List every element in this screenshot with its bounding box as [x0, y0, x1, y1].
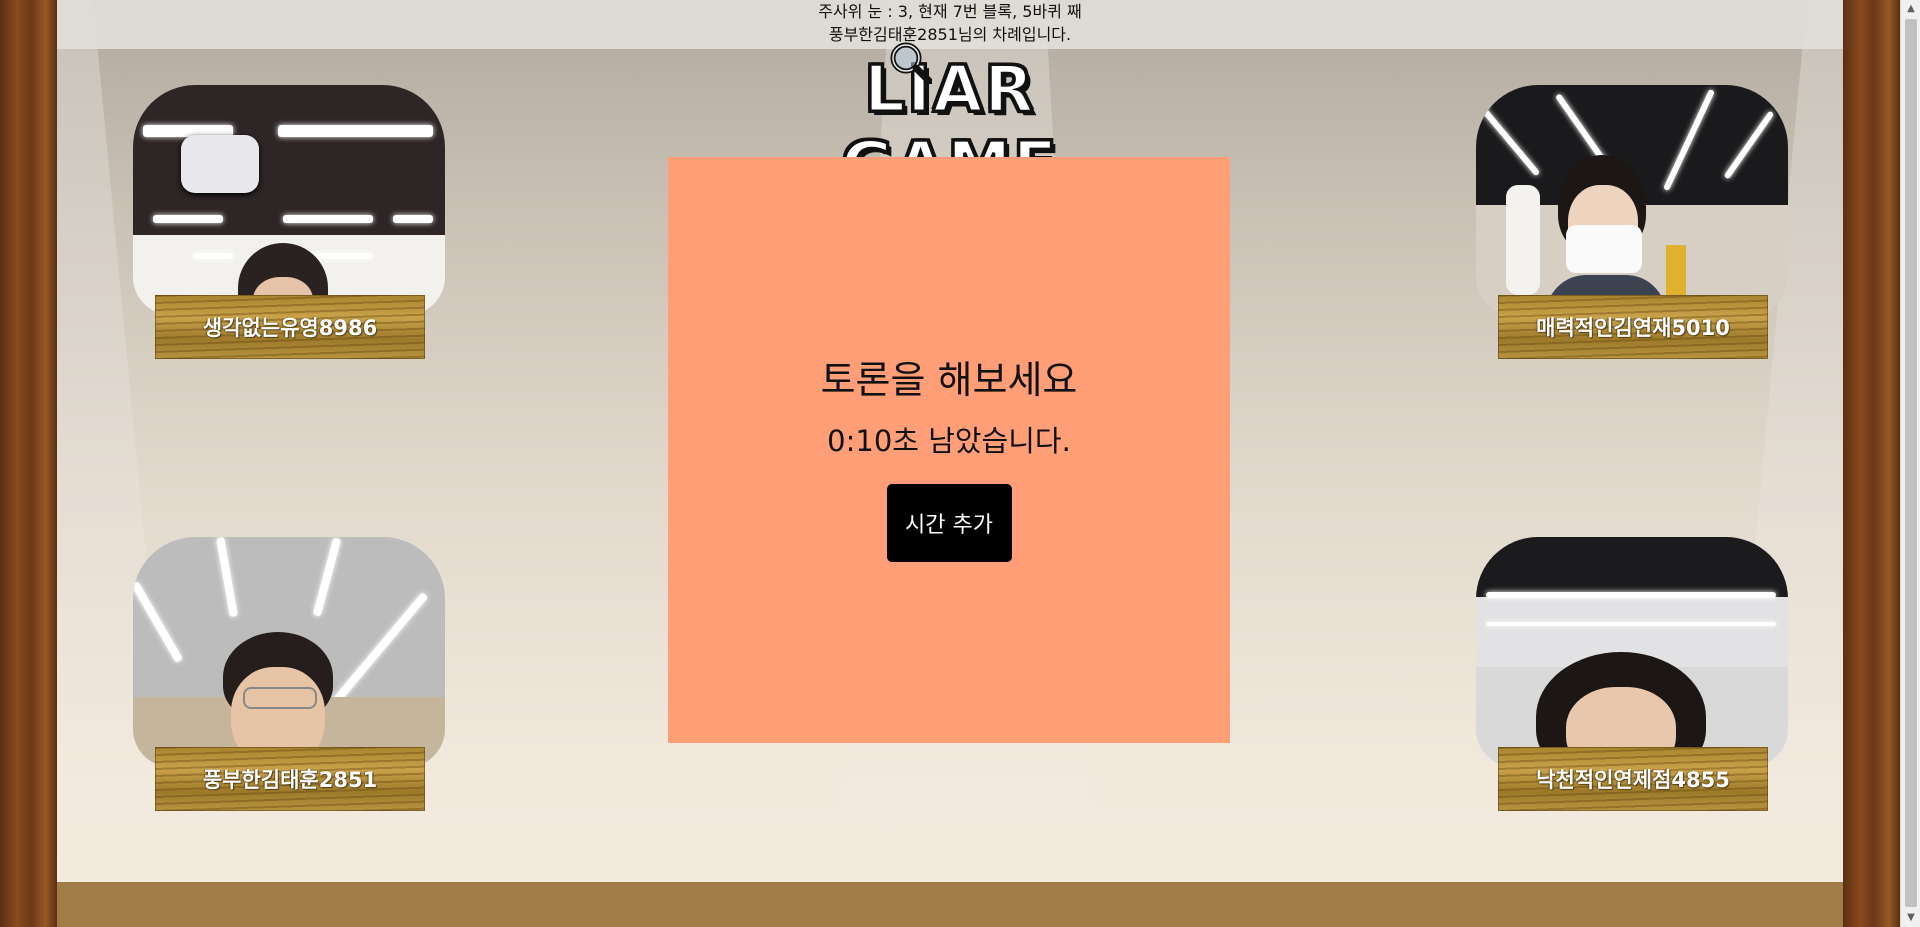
vertical-scrollbar[interactable]: ▲ ▼ — [1900, 0, 1920, 927]
player-nameplate: 낙천적인연제점4855 — [1498, 747, 1768, 811]
player-card-bottom-right: 낙천적인연제점4855 — [1476, 537, 1788, 817]
player-card-top-right: 매력적인김연재5010 — [1476, 85, 1788, 365]
stage-floor — [57, 882, 1843, 927]
player-card-bottom-left: 풍부한김태훈2851 — [133, 537, 445, 817]
player-nameplate: 풍부한김태훈2851 — [155, 747, 425, 811]
scroll-up-arrow-icon[interactable]: ▲ — [1901, 0, 1920, 18]
player-card-top-left: 생각없는유영8986 — [133, 85, 445, 365]
discussion-panel: 토론을 해보세요 0:10초 남았습니다. 시간 추가 — [668, 157, 1230, 743]
scroll-thumb[interactable] — [1905, 19, 1917, 907]
turn-info-text: 풍부한김태훈2851님의 차례입니다. — [828, 25, 1072, 44]
player-nameplate: 생각없는유영8986 — [155, 295, 425, 359]
countdown-timer: 0:10초 남았습니다. — [827, 423, 1071, 458]
panel-title: 토론을 해보세요 — [820, 357, 1078, 402]
player-video — [133, 85, 445, 315]
player-video — [1476, 537, 1788, 767]
magnifier-icon — [890, 42, 932, 84]
player-nameplate: 매력적인김연재5010 — [1498, 295, 1768, 359]
player-video — [133, 537, 445, 767]
left-curtain — [0, 0, 57, 927]
right-curtain — [1843, 0, 1900, 927]
add-time-button[interactable]: 시간 추가 — [886, 483, 1012, 562]
liar-game-logo: LIAR GAME — [768, 42, 1132, 205]
dice-info-text: 주사위 눈 : 3, 현재 7번 블록, 5바퀴 째 — [818, 2, 1082, 21]
scroll-down-arrow-icon[interactable]: ▼ — [1901, 909, 1920, 927]
player-video — [1476, 85, 1788, 315]
game-status-bar: 주사위 눈 : 3, 현재 7번 블록, 5바퀴 째 풍부한김태훈2851님의 … — [57, 0, 1843, 49]
